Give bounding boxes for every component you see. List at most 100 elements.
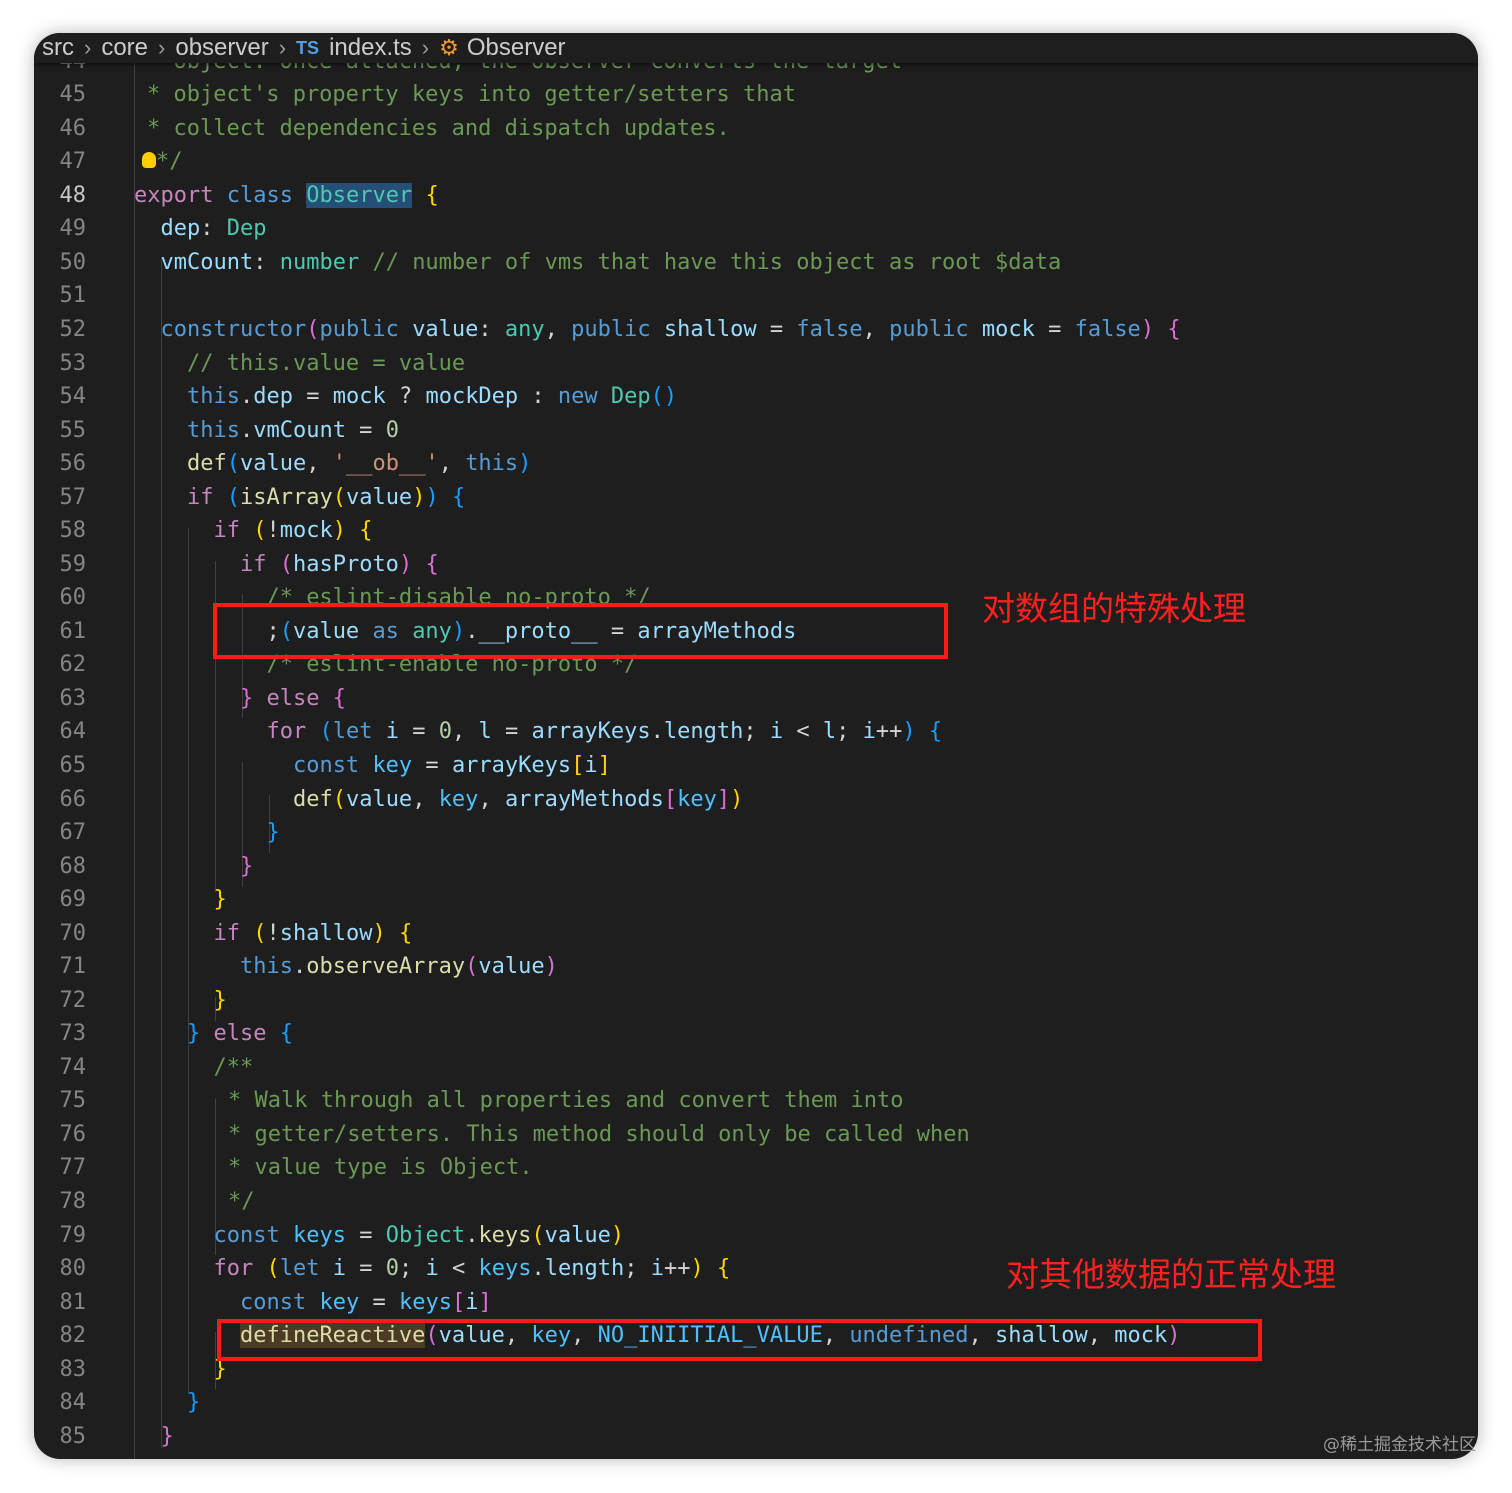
code-line: 45 * object's property keys into getter/… xyxy=(34,78,1478,111)
code-line: 49 dep: Dep xyxy=(34,212,1478,245)
code-line: 73 } else { xyxy=(34,1017,1478,1050)
line-code: */ xyxy=(228,1185,255,1218)
comment-text: /** xyxy=(213,1055,254,1080)
line-code: } xyxy=(213,1357,227,1382)
line-number: 56 xyxy=(59,451,87,476)
code-line: 65 const key = arrayKeys[i] xyxy=(34,749,1478,782)
code-line: 47 */ xyxy=(34,145,1478,178)
line-code: if (hasProto) { xyxy=(239,552,439,577)
line-code: vmCount: number // number of vms that ha… xyxy=(160,250,1062,275)
line-code: def(value, '__ob__', this) xyxy=(186,451,532,476)
line-number: 61 xyxy=(59,619,87,644)
code-line: 67 } xyxy=(34,816,1478,849)
array-annotation: 对数组的特殊处理 xyxy=(982,589,1246,628)
comment-text: * object's property keys into getter/set… xyxy=(147,82,797,107)
code-line: 66 def(value, key, arrayMethods[key]) xyxy=(34,783,1478,816)
comment-text: * getter/setters. This method should onl… xyxy=(228,1122,970,1147)
code-line: 84 } xyxy=(34,1386,1478,1419)
line-code: * collect dependencies and dispatch upda… xyxy=(147,112,730,145)
line-code: for (let i = 0, l = arrayKeys.length; i … xyxy=(266,719,943,744)
line-number: 50 xyxy=(59,250,87,275)
line-code: } xyxy=(160,1424,174,1449)
line-number: 67 xyxy=(59,820,87,845)
code-editor[interactable]: 44 * object. Once attached, the observer… xyxy=(34,33,1478,1459)
comment-text: */ xyxy=(156,149,183,174)
line-number: 60 xyxy=(59,585,87,610)
line-number: 64 xyxy=(59,719,87,744)
line-number: 75 xyxy=(59,1088,87,1113)
line-number: 51 xyxy=(59,283,87,308)
comment-text: * collect dependencies and dispatch upda… xyxy=(147,116,730,141)
line-number: 66 xyxy=(59,787,87,812)
line-code: if (!mock) { xyxy=(213,518,373,543)
object-highlight-box xyxy=(217,1319,1262,1361)
code-line: 56 def(value, '__ob__', this) xyxy=(34,447,1478,480)
line-code: * getter/setters. This method should onl… xyxy=(228,1118,970,1151)
line-number: 59 xyxy=(59,552,87,577)
line-code: } xyxy=(266,820,280,845)
breadcrumb-item-src[interactable]: src xyxy=(42,34,74,62)
line-code: def(value, key, arrayMethods[key]) xyxy=(292,787,744,812)
code-line: 46 * collect dependencies and dispatch u… xyxy=(34,112,1478,145)
line-code: } xyxy=(213,887,227,912)
breadcrumb-item-file[interactable]: index.ts xyxy=(329,34,412,62)
class-symbol-icon: ⚙ xyxy=(439,35,459,60)
line-number: 77 xyxy=(59,1155,87,1180)
line-number: 54 xyxy=(59,384,87,409)
line-number: 78 xyxy=(59,1189,87,1214)
line-code: const key = arrayKeys[i] xyxy=(292,753,611,778)
code-line: 74 /** xyxy=(34,1051,1478,1084)
code-line: 50 vmCount: number // number of vms that… xyxy=(34,246,1478,279)
line-number: 85 xyxy=(59,1424,87,1449)
comment-text: */ xyxy=(228,1189,255,1214)
line-number: 72 xyxy=(59,988,87,1013)
line-code: const keys = Object.keys(value) xyxy=(213,1223,625,1248)
code-line: 51 xyxy=(34,279,1478,312)
line-number: 49 xyxy=(59,216,87,241)
line-number: 73 xyxy=(59,1021,87,1046)
breadcrumb-item-core[interactable]: core xyxy=(101,34,148,62)
chevron-right-icon: › xyxy=(158,35,166,60)
lightbulb-icon[interactable] xyxy=(142,152,156,168)
breadcrumb-item-observer[interactable]: observer xyxy=(175,34,268,62)
line-code: this.observeArray(value) xyxy=(239,954,558,979)
line-code: } else { xyxy=(186,1021,293,1046)
chevron-right-icon: › xyxy=(278,35,287,60)
code-line: 53 // this.value = value xyxy=(34,347,1478,380)
line-code: this.vmCount = 0 xyxy=(186,418,399,443)
line-number: 68 xyxy=(59,854,87,879)
code-line: 55 this.vmCount = 0 xyxy=(34,414,1478,447)
line-number: 58 xyxy=(59,518,87,543)
line-number: 80 xyxy=(59,1256,87,1281)
line-code: * value type is Object. xyxy=(228,1151,533,1184)
line-code: const key = keys[i] xyxy=(239,1290,492,1315)
code-line: 71 this.observeArray(value) xyxy=(34,950,1478,983)
line-code: constructor(public value: any, public sh… xyxy=(160,317,1181,342)
line-number: 84 xyxy=(59,1390,87,1415)
comment-text: * Walk through all properties and conver… xyxy=(228,1088,904,1113)
line-code: for (let i = 0; i < keys.length; i++) { xyxy=(213,1256,731,1281)
object-annotation: 对其他数据的正常处理 xyxy=(1006,1255,1336,1294)
line-code: * object's property keys into getter/set… xyxy=(147,78,796,111)
line-number: 48 xyxy=(59,183,87,208)
line-number: 69 xyxy=(59,887,87,912)
line-number: 46 xyxy=(59,116,87,141)
line-code: if (isArray(value)) { xyxy=(186,485,466,510)
code-line-active: 48 export class Observer { xyxy=(34,179,1478,212)
line-code: // this.value = value xyxy=(186,351,466,376)
code-line: 70 if (!shallow) { xyxy=(34,917,1478,950)
breadcrumb: src › core › observer › TS index.ts › ⚙ … xyxy=(34,33,1478,63)
breadcrumb-item-symbol[interactable]: Observer xyxy=(467,34,566,62)
code-line: 64 for (let i = 0, l = arrayKeys.length;… xyxy=(34,715,1478,748)
line-number: 74 xyxy=(59,1055,87,1080)
line-number: 53 xyxy=(59,351,87,376)
line-code: this.dep = mock ? mockDep : new Dep() xyxy=(186,384,678,409)
code-line: 57 if (isArray(value)) { xyxy=(34,481,1478,514)
line-number: 81 xyxy=(59,1290,87,1315)
line-number: 82 xyxy=(59,1323,87,1348)
code-line: 63 } else { xyxy=(34,682,1478,715)
line-number: 70 xyxy=(59,921,87,946)
code-line: 54 this.dep = mock ? mockDep : new Dep() xyxy=(34,380,1478,413)
chevron-right-icon: › xyxy=(421,35,430,60)
array-highlight-box xyxy=(213,603,948,659)
